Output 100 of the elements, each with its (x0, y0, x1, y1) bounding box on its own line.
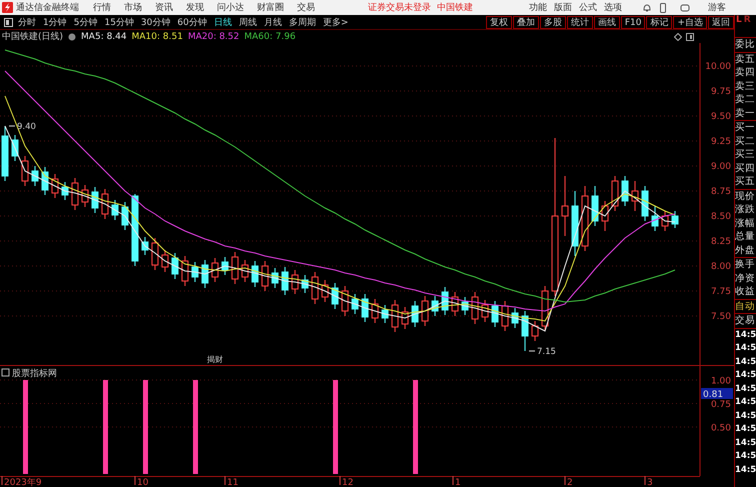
candlestick (482, 300, 488, 322)
candlestick (192, 262, 198, 282)
indicator-name: MA20 (188, 32, 214, 42)
diamond-icon[interactable] (674, 32, 682, 40)
user-label[interactable]: 游客 (708, 1, 726, 14)
value-marker: 0.81 (701, 388, 733, 400)
trade-time: 14:5 (735, 436, 756, 450)
toolbar-button[interactable]: 画线 (594, 16, 620, 28)
axis-label: 10 (137, 478, 148, 487)
menu-item[interactable]: 行情 (93, 1, 111, 14)
menu-item[interactable]: 选项 (604, 1, 622, 14)
menu-item[interactable]: 发现 (186, 1, 204, 14)
period-tab[interactable]: 多周期 (288, 16, 316, 28)
candlestick (572, 190, 578, 256)
quote-label: 涨幅 (735, 216, 756, 230)
quote-label: 买三 (735, 148, 756, 162)
axis-label: 8.25 (710, 237, 731, 247)
axis-label: 11 (227, 478, 238, 487)
indicator-name: MA5 (81, 32, 101, 42)
period-tab[interactable]: 15分钟 (104, 16, 134, 28)
period-tab[interactable]: 1分钟 (43, 16, 67, 28)
toolbar-button[interactable]: 标记 (646, 16, 672, 28)
panel-toggle-icon[interactable] (4, 18, 13, 26)
period-tab[interactable]: 更多> (322, 16, 348, 28)
toolbar-button[interactable]: 返回 (708, 16, 734, 28)
candlestick (352, 294, 358, 314)
period-tab[interactable]: 周线 (238, 16, 257, 28)
candlestick (322, 280, 328, 302)
candlestick (42, 166, 48, 196)
candlestick (522, 310, 528, 352)
menu-item[interactable]: 问小达 (217, 1, 244, 14)
toolbar-button[interactable]: +自选 (673, 16, 707, 28)
quote-label: 买二 (735, 134, 756, 148)
candlestick (472, 292, 478, 324)
quote-label: 换手 (735, 258, 756, 272)
period-tab[interactable]: 30分钟 (140, 16, 170, 28)
indicator-name: MA60 (244, 32, 270, 42)
axis-label: 2 (567, 478, 573, 487)
period-tab[interactable]: 分时 (18, 16, 36, 28)
toolbar-button[interactable]: 统计 (566, 16, 593, 28)
candlestick (82, 184, 88, 208)
message-icon[interactable] (680, 2, 690, 12)
panel-icon[interactable] (686, 32, 694, 40)
trade-time: 14:5 (735, 464, 756, 476)
candlestick (292, 270, 298, 294)
trade-time: 14:5 (735, 356, 756, 368)
menu-item[interactable]: 资讯 (155, 1, 173, 14)
quote-label: 净资 (735, 272, 756, 285)
period-tab[interactable]: 5分钟 (74, 16, 98, 28)
menu-item[interactable]: 财富圈 (257, 1, 284, 14)
toolbar-button[interactable]: 复权 (486, 16, 512, 28)
candlestick (232, 252, 238, 284)
candlestick (402, 306, 408, 330)
stock-title: 中国铁建(日线) (2, 30, 64, 43)
candlestick (672, 210, 678, 228)
quote-label: 现价 (735, 190, 756, 203)
toolbar-button[interactable]: 多股 (540, 16, 566, 28)
candlestick (532, 320, 538, 342)
trade-time: 14:5 (735, 410, 756, 422)
period-tab[interactable]: 60分钟 (177, 16, 207, 28)
candlestick (202, 260, 208, 288)
axis-label: 9.50 (710, 112, 731, 122)
trade-time: 14:5 (735, 450, 756, 463)
axis-label: 9.75 (710, 87, 731, 97)
candlestick (62, 182, 68, 200)
bell-icon[interactable] (642, 2, 652, 12)
quote-label: 委比 (735, 38, 756, 52)
menu-item[interactable]: 交易 (297, 1, 315, 14)
menu-item[interactable]: 市场 (124, 1, 142, 14)
candlestick (502, 300, 508, 332)
toolbar-button[interactable]: F10 (620, 16, 646, 28)
candlestick (212, 258, 218, 282)
axis-label: 7.75 (710, 287, 731, 297)
quote-label: 自动 (735, 300, 756, 313)
panel-tab[interactable]: L (736, 15, 742, 37)
app-logo-icon (2, 2, 13, 13)
toolbar-button[interactable]: 叠加 (512, 16, 539, 28)
annotation: 9.40 (17, 122, 36, 132)
circle-icon[interactable] (68, 32, 76, 40)
axis-label: 0.75 (710, 400, 731, 410)
axis-label: 1.00 (710, 376, 731, 386)
menu-item[interactable]: 公式 (579, 1, 597, 14)
axis-label: 9.25 (710, 137, 731, 147)
candlestick (162, 250, 168, 272)
candlestick (652, 206, 658, 232)
status-text: 中国铁建 (437, 2, 473, 14)
candlestick (302, 274, 308, 294)
candlestick (342, 286, 348, 316)
candlestick (642, 186, 648, 222)
candlestick (662, 210, 668, 232)
menu-item[interactable]: 版面 (554, 1, 572, 14)
period-tab[interactable]: 月线 (264, 16, 282, 28)
axis-label: 8.00 (710, 262, 731, 272)
chart-title: 股票指标网 (12, 369, 57, 379)
candlestick (562, 176, 568, 236)
candlestick (372, 298, 378, 324)
phone-icon[interactable] (658, 2, 668, 12)
quote-label: 卖五 (735, 52, 756, 66)
menu-item[interactable]: 功能 (529, 1, 547, 14)
period-tab[interactable]: 日线 (214, 16, 232, 28)
